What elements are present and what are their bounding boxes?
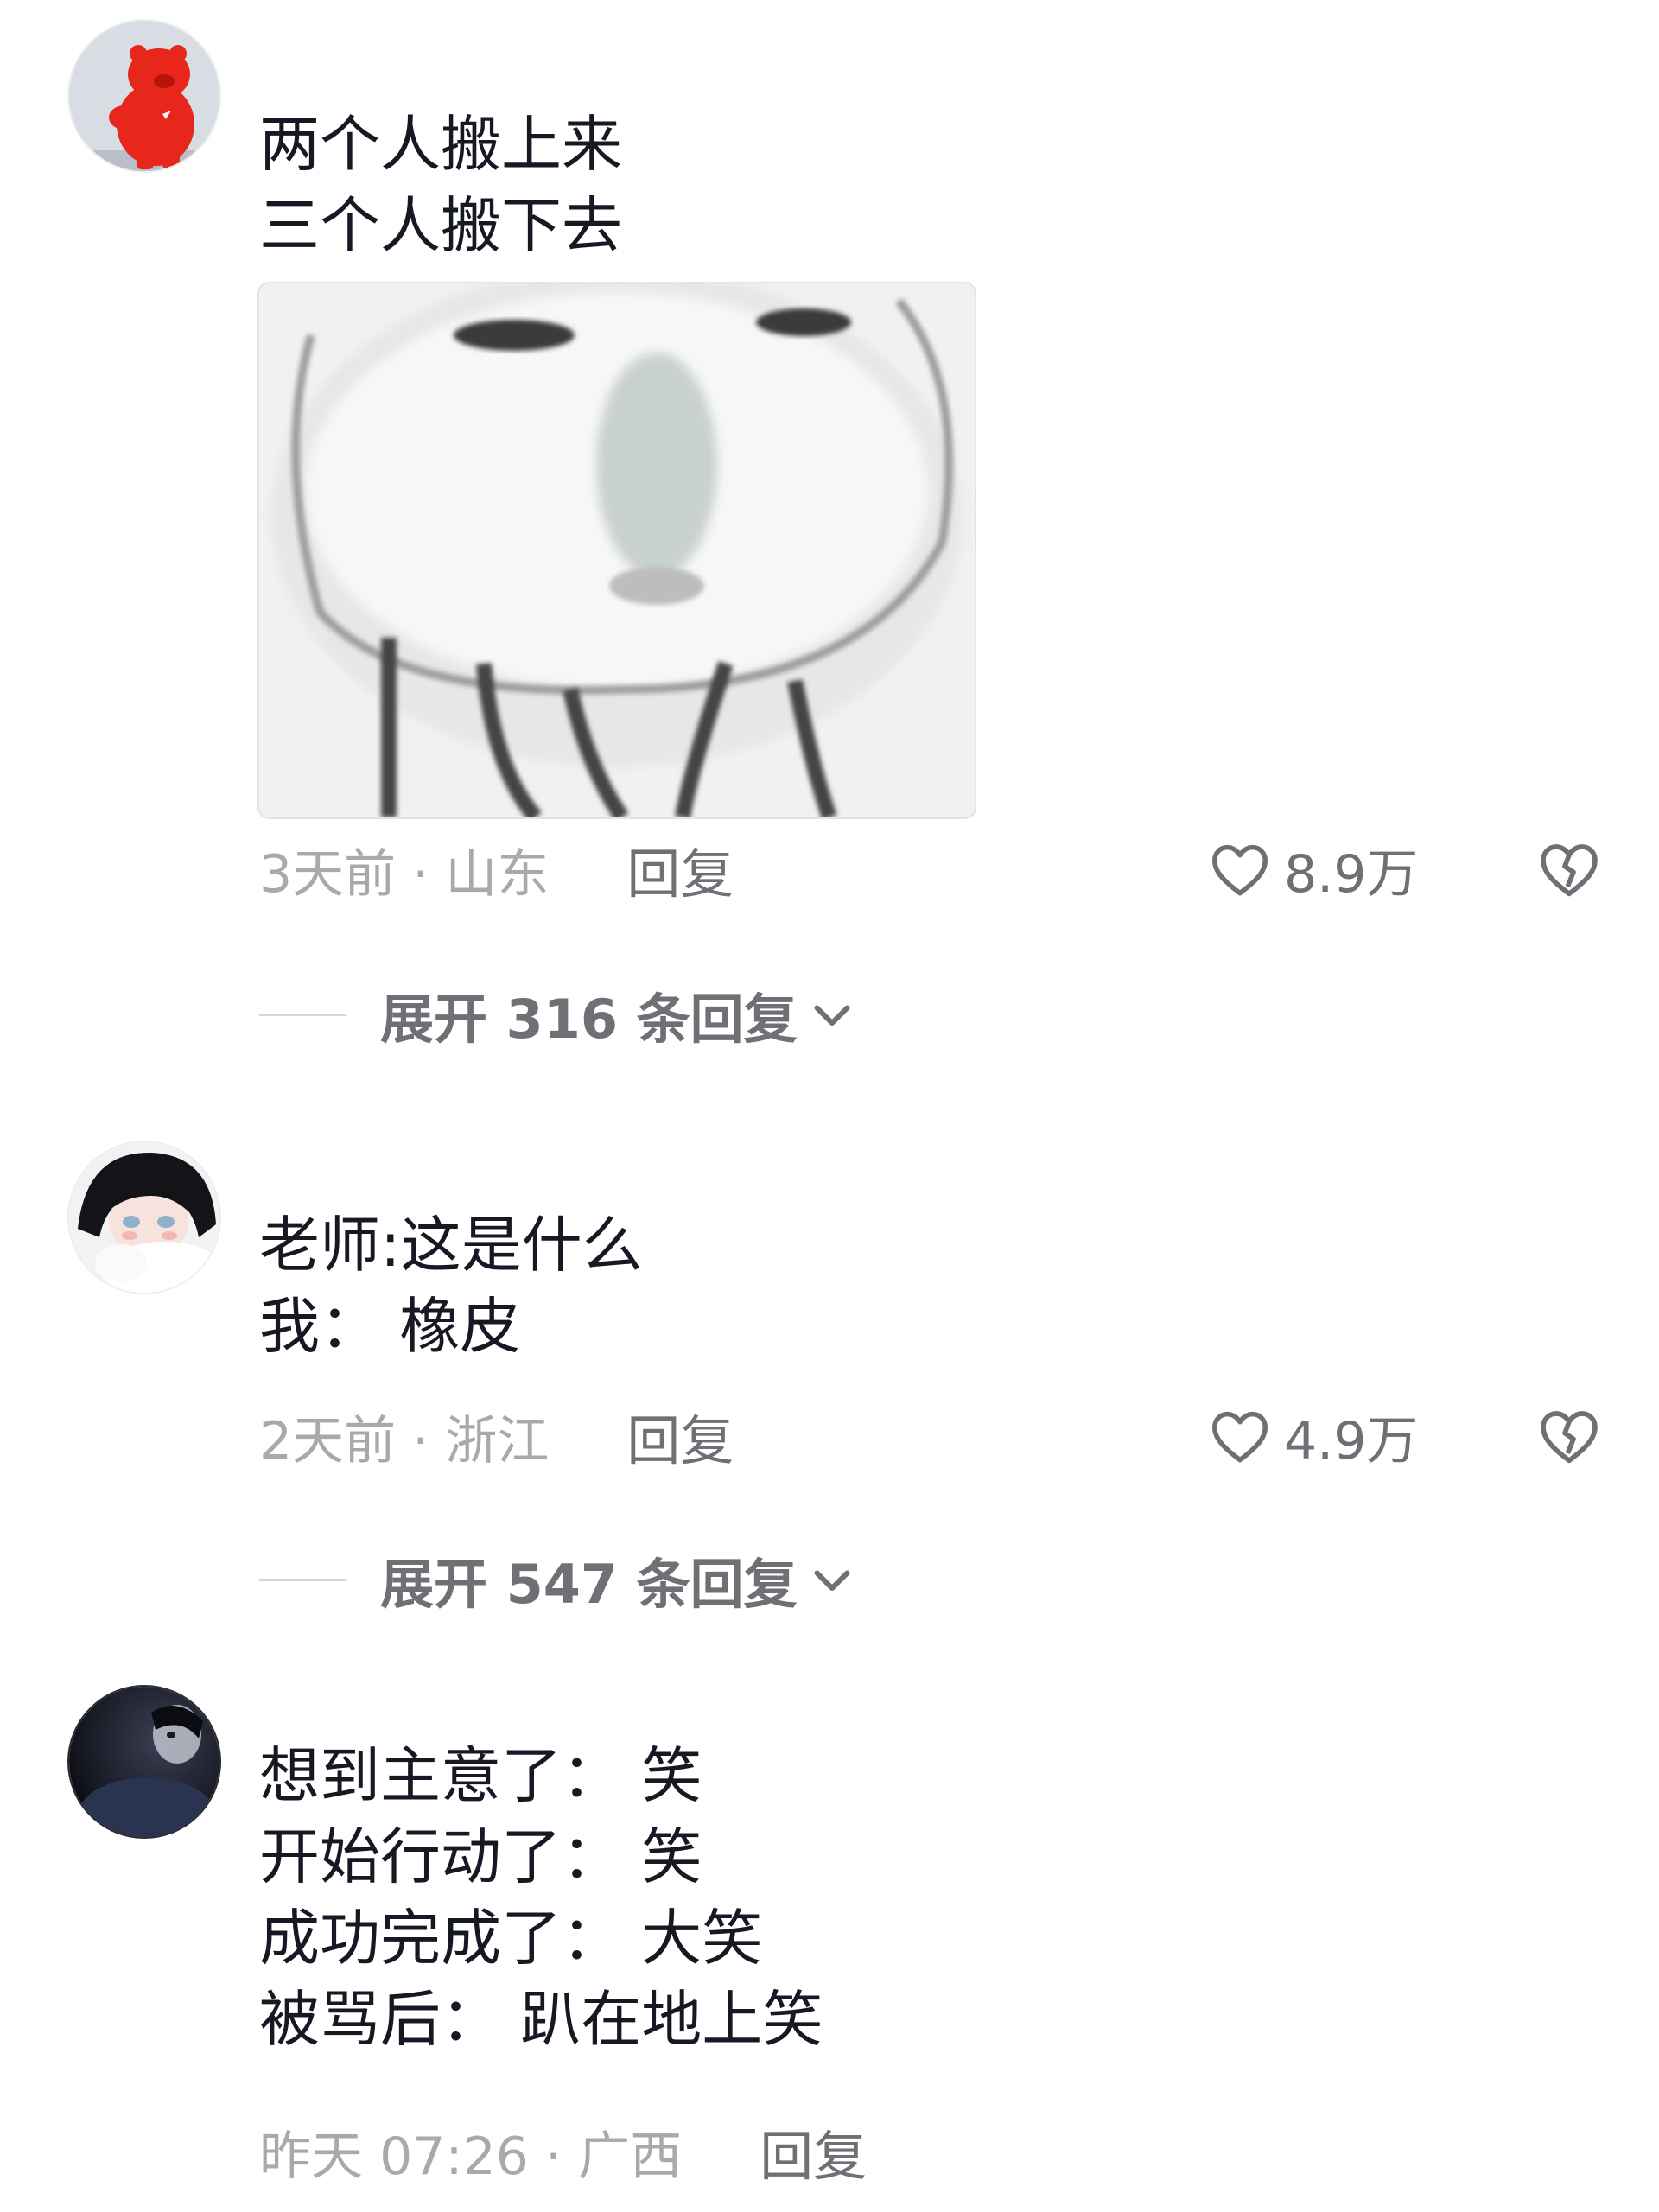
comment-meta: 3天前 · 山东 回复 xyxy=(259,835,734,906)
comment-line: 被骂后： 趴在地上笑 xyxy=(259,1984,823,2055)
time-location: 3天前 · 山东 xyxy=(259,843,550,905)
like-button[interactable]: 8.9万 xyxy=(1206,835,1419,905)
comment-meta: 2天前 · 浙江 回复 xyxy=(259,1402,734,1472)
comment-text: 两个人搬上来 三个人搬下去 xyxy=(259,104,622,266)
meme-face-sticker-icon xyxy=(259,283,975,817)
reply-button[interactable]: 回复 xyxy=(626,830,734,908)
comment-line: 我： 橡皮 xyxy=(259,1291,521,1362)
divider-dash xyxy=(259,1578,346,1581)
time-location: 昨天 07:26 · 广西 xyxy=(259,2126,683,2187)
time-location: 2天前 · 浙江 xyxy=(259,1410,550,1471)
expand-replies[interactable]: 展开 316 条回复 xyxy=(259,980,858,1051)
comment-text: 老师:这是什么 我： 橡皮 xyxy=(259,1205,643,1367)
comment-item: 两个人搬上来 三个人搬下去 3天前 · 山东 回复 8.9万 展开 316 条回… xyxy=(0,0,1659,1063)
comment-line: 两个人搬上来 xyxy=(259,109,622,180)
like-count: 8.9万 xyxy=(1284,843,1419,905)
chevron-down-icon xyxy=(814,1005,850,1026)
anime-girl-avatar-icon xyxy=(69,1142,219,1293)
like-count: 4.9万 xyxy=(1284,1410,1419,1471)
reply-button[interactable]: 回复 xyxy=(760,2113,867,2190)
broken-heart-icon[interactable] xyxy=(1535,1402,1604,1471)
broken-heart-icon[interactable] xyxy=(1535,835,1604,904)
expand-label: 展开 316 条回复 xyxy=(380,988,798,1051)
comment-line: 想到主意了： 笑 xyxy=(259,1740,702,1811)
comment-meta: 昨天 07:26 · 广西 回复 xyxy=(259,2117,867,2188)
divider-dash xyxy=(259,1013,346,1016)
expand-label: 展开 547 条回复 xyxy=(380,1553,798,1616)
comment-item: 老师:这是什么 我： 橡皮 2天前 · 浙江 回复 4.9万 展开 547 条回… xyxy=(0,1123,1659,1633)
heart-outline-icon xyxy=(1211,1411,1268,1463)
chevron-down-icon xyxy=(814,1570,850,1591)
heart-outline-icon xyxy=(1211,844,1268,896)
comment-line: 三个人搬下去 xyxy=(259,190,622,261)
comment-text: 想到主意了： 笑 开始行动了： 笑 成功完成了： 大笑 被骂后： 趴在地上笑 xyxy=(259,1735,823,2060)
comment-line: 成功完成了： 大笑 xyxy=(259,1903,763,1974)
comment-line: 开始行动了： 笑 xyxy=(259,1821,702,1892)
like-button[interactable]: 4.9万 xyxy=(1206,1402,1418,1471)
reply-button[interactable]: 回复 xyxy=(626,1397,734,1475)
red-pig-avatar-icon xyxy=(69,21,219,171)
user-avatar[interactable] xyxy=(67,1141,221,1294)
meme-image[interactable] xyxy=(257,282,976,819)
dark-portrait-avatar-icon xyxy=(69,1687,219,1837)
user-avatar[interactable] xyxy=(67,19,221,173)
user-avatar[interactable] xyxy=(67,1685,221,1839)
expand-replies[interactable]: 展开 547 条回复 xyxy=(259,1545,858,1616)
comment-item: 想到主意了： 笑 开始行动了： 笑 成功完成了： 大笑 被骂后： 趴在地上笑 昨… xyxy=(0,1685,1659,2212)
comment-line: 老师:这是什么 xyxy=(259,1210,643,1281)
